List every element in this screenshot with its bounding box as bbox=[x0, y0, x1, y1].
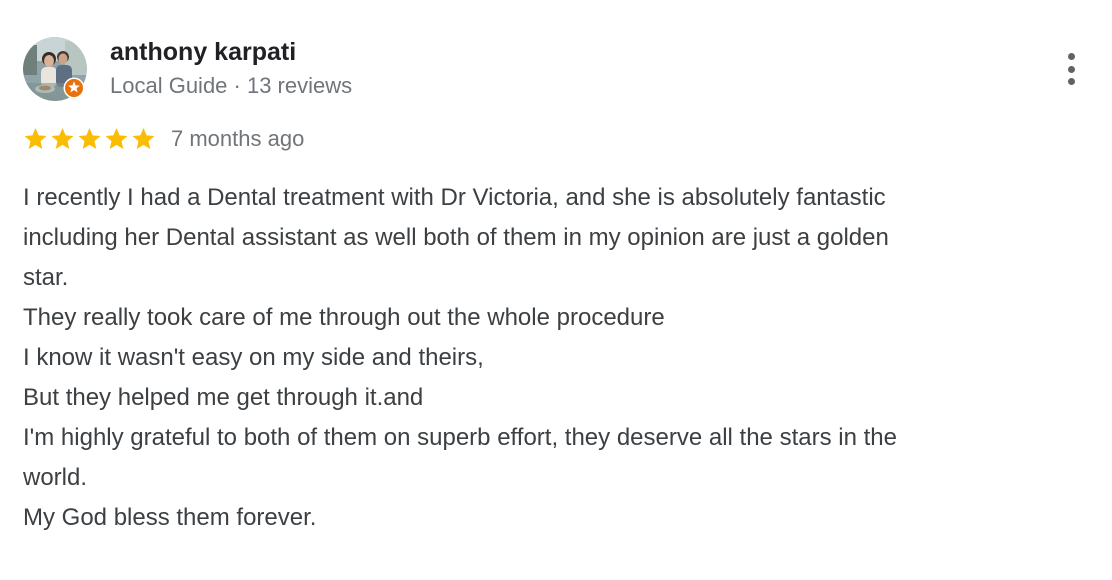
review-text-line: including her Dental assistant as well b… bbox=[23, 224, 889, 251]
review-date: 7 months ago bbox=[171, 126, 305, 151]
review-text-line: I'm highly grateful to both of them on s… bbox=[23, 424, 897, 451]
review-text-line: I know it wasn't easy on my side and the… bbox=[23, 344, 484, 371]
more-vert-icon-dot bbox=[1067, 78, 1075, 85]
star-icon bbox=[24, 127, 47, 149]
review-text-line: world. bbox=[23, 464, 88, 491]
local-guide-badge-icon bbox=[63, 77, 85, 99]
star-icon bbox=[105, 127, 128, 149]
review-text-line: star. bbox=[23, 264, 69, 291]
star-icon bbox=[78, 127, 101, 149]
review-text-line: My God bless them forever. bbox=[23, 504, 317, 531]
author-meta[interactable]: Local Guide · 13 reviews bbox=[110, 73, 352, 99]
more-vert-icon bbox=[1067, 53, 1075, 60]
star-icon bbox=[132, 127, 155, 149]
star-rating bbox=[22, 126, 157, 152]
review-card: anthony karpati Local Guide · 13 reviews… bbox=[0, 0, 1112, 580]
avatar[interactable] bbox=[23, 37, 87, 101]
review-text-line: I recently I had a Dental treatment with… bbox=[23, 184, 886, 211]
more-vert-icon-dot bbox=[1067, 65, 1075, 73]
review-text-line: They really took care of me through out … bbox=[23, 304, 665, 331]
more-options-button[interactable] bbox=[1058, 50, 1084, 88]
review-text-line: But they helped me get through it.and bbox=[23, 384, 424, 411]
review-text: I recently I had a Dental treatment with… bbox=[23, 178, 1083, 538]
author-name[interactable]: anthony karpati bbox=[110, 38, 296, 67]
rating-row: 7 months ago bbox=[22, 124, 304, 154]
star-icon bbox=[51, 127, 74, 149]
